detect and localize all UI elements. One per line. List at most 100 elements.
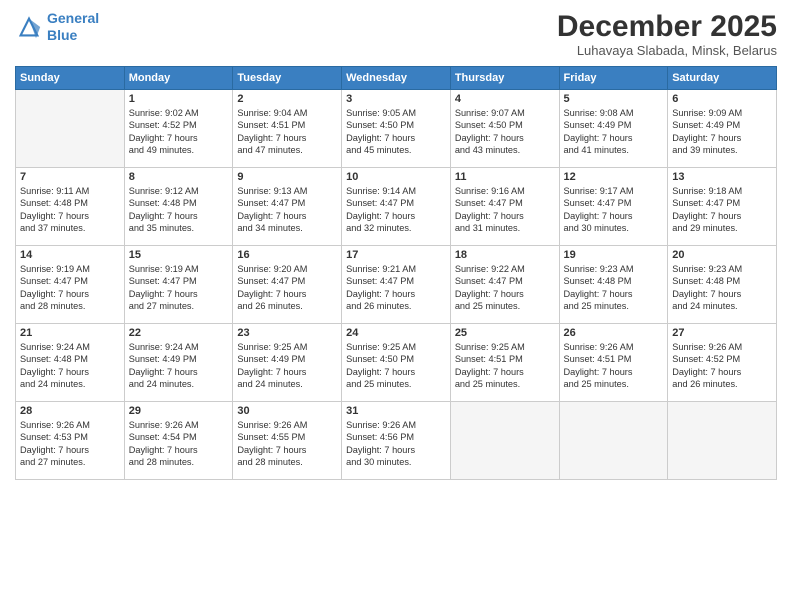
calendar-table: Sunday Monday Tuesday Wednesday Thursday… — [15, 66, 777, 480]
cell-line: and 25 minutes. — [455, 378, 555, 390]
cell-line: Sunrise: 9:18 AM — [672, 185, 772, 197]
cell-line: and 26 minutes. — [346, 300, 446, 312]
cell-line: Sunrise: 9:26 AM — [129, 419, 229, 431]
cell-line: Daylight: 7 hours — [564, 132, 664, 144]
col-saturday: Saturday — [668, 67, 777, 90]
day-number: 20 — [672, 249, 772, 261]
cell-line: Sunset: 4:55 PM — [237, 431, 337, 443]
cell-line: and 26 minutes. — [237, 300, 337, 312]
cell-0-6: 6Sunrise: 9:09 AMSunset: 4:49 PMDaylight… — [668, 90, 777, 168]
cell-line: Daylight: 7 hours — [564, 288, 664, 300]
cell-1-1: 8Sunrise: 9:12 AMSunset: 4:48 PMDaylight… — [124, 168, 233, 246]
cell-line: Sunrise: 9:19 AM — [20, 263, 120, 275]
cell-line: Sunrise: 9:04 AM — [237, 107, 337, 119]
day-number: 16 — [237, 249, 337, 261]
day-number: 26 — [564, 327, 664, 339]
cell-line: Daylight: 7 hours — [672, 210, 772, 222]
cell-line: Daylight: 7 hours — [129, 366, 229, 378]
cell-line: Daylight: 7 hours — [237, 366, 337, 378]
day-number: 10 — [346, 171, 446, 183]
cell-line: and 27 minutes. — [20, 456, 120, 468]
day-number: 2 — [237, 93, 337, 105]
cell-line: and 25 minutes. — [455, 300, 555, 312]
cell-line: and 47 minutes. — [237, 144, 337, 156]
cell-line: Sunset: 4:47 PM — [237, 275, 337, 287]
cell-line: Sunrise: 9:26 AM — [20, 419, 120, 431]
col-sunday: Sunday — [16, 67, 125, 90]
cell-line: Daylight: 7 hours — [237, 444, 337, 456]
cell-0-2: 2Sunrise: 9:04 AMSunset: 4:51 PMDaylight… — [233, 90, 342, 168]
cell-line: Sunrise: 9:21 AM — [346, 263, 446, 275]
cell-line: Daylight: 7 hours — [20, 288, 120, 300]
day-number: 27 — [672, 327, 772, 339]
cell-line: Sunrise: 9:24 AM — [20, 341, 120, 353]
cell-line: Sunset: 4:47 PM — [564, 197, 664, 209]
cell-4-1: 29Sunrise: 9:26 AMSunset: 4:54 PMDayligh… — [124, 402, 233, 480]
cell-line: and 28 minutes. — [20, 300, 120, 312]
cell-line: Sunset: 4:52 PM — [129, 119, 229, 131]
cell-line: Sunset: 4:47 PM — [346, 197, 446, 209]
cell-line: Sunset: 4:47 PM — [455, 275, 555, 287]
cell-line: Sunrise: 9:25 AM — [455, 341, 555, 353]
cell-line: Daylight: 7 hours — [129, 132, 229, 144]
cell-0-1: 1Sunrise: 9:02 AMSunset: 4:52 PMDaylight… — [124, 90, 233, 168]
cell-line: and 37 minutes. — [20, 222, 120, 234]
day-number: 11 — [455, 171, 555, 183]
cell-1-3: 10Sunrise: 9:14 AMSunset: 4:47 PMDayligh… — [342, 168, 451, 246]
cell-line: Sunset: 4:54 PM — [129, 431, 229, 443]
cell-line: Sunset: 4:48 PM — [672, 275, 772, 287]
title-block: December 2025 Luhavaya Slabada, Minsk, B… — [557, 10, 777, 58]
cell-line: Sunset: 4:49 PM — [672, 119, 772, 131]
cell-line: Sunrise: 9:25 AM — [237, 341, 337, 353]
cell-2-1: 15Sunrise: 9:19 AMSunset: 4:47 PMDayligh… — [124, 246, 233, 324]
day-number: 22 — [129, 327, 229, 339]
cell-0-3: 3Sunrise: 9:05 AMSunset: 4:50 PMDaylight… — [342, 90, 451, 168]
week-row-2: 14Sunrise: 9:19 AMSunset: 4:47 PMDayligh… — [16, 246, 777, 324]
col-friday: Friday — [559, 67, 668, 90]
cell-1-5: 12Sunrise: 9:17 AMSunset: 4:47 PMDayligh… — [559, 168, 668, 246]
cell-line: Sunset: 4:49 PM — [129, 353, 229, 365]
cell-line: and 28 minutes. — [237, 456, 337, 468]
cell-3-1: 22Sunrise: 9:24 AMSunset: 4:49 PMDayligh… — [124, 324, 233, 402]
cell-line: and 25 minutes. — [346, 378, 446, 390]
cell-1-0: 7Sunrise: 9:11 AMSunset: 4:48 PMDaylight… — [16, 168, 125, 246]
cell-line: Sunrise: 9:20 AM — [237, 263, 337, 275]
cell-line: Daylight: 7 hours — [346, 444, 446, 456]
cell-4-0: 28Sunrise: 9:26 AMSunset: 4:53 PMDayligh… — [16, 402, 125, 480]
cell-line: Sunrise: 9:16 AM — [455, 185, 555, 197]
cell-line: Daylight: 7 hours — [564, 366, 664, 378]
logo-line2: Blue — [47, 27, 77, 43]
cell-line: Sunset: 4:50 PM — [455, 119, 555, 131]
cell-line: Daylight: 7 hours — [237, 288, 337, 300]
cell-0-5: 5Sunrise: 9:08 AMSunset: 4:49 PMDaylight… — [559, 90, 668, 168]
cell-line: Sunset: 4:48 PM — [20, 197, 120, 209]
cell-line: and 41 minutes. — [564, 144, 664, 156]
day-number: 30 — [237, 405, 337, 417]
cell-line: Sunrise: 9:11 AM — [20, 185, 120, 197]
logo-icon — [15, 13, 43, 41]
cell-line: and 31 minutes. — [455, 222, 555, 234]
cell-line: Sunrise: 9:23 AM — [564, 263, 664, 275]
cell-line: and 34 minutes. — [237, 222, 337, 234]
day-number: 29 — [129, 405, 229, 417]
col-wednesday: Wednesday — [342, 67, 451, 90]
cell-line: Daylight: 7 hours — [564, 210, 664, 222]
cell-line: Sunrise: 9:12 AM — [129, 185, 229, 197]
cell-line: Daylight: 7 hours — [672, 366, 772, 378]
page: General Blue December 2025 Luhavaya Slab… — [0, 0, 792, 612]
month-title: December 2025 — [557, 10, 777, 43]
cell-line: Sunrise: 9:08 AM — [564, 107, 664, 119]
cell-line: Sunrise: 9:17 AM — [564, 185, 664, 197]
cell-line: and 25 minutes. — [564, 378, 664, 390]
cell-line: Sunrise: 9:23 AM — [672, 263, 772, 275]
cell-4-3: 31Sunrise: 9:26 AMSunset: 4:56 PMDayligh… — [342, 402, 451, 480]
day-number: 3 — [346, 93, 446, 105]
logo-text: General Blue — [47, 10, 99, 44]
cell-line: Sunrise: 9:14 AM — [346, 185, 446, 197]
cell-line: Daylight: 7 hours — [20, 366, 120, 378]
cell-line: and 39 minutes. — [672, 144, 772, 156]
cell-line: Sunset: 4:52 PM — [672, 353, 772, 365]
cell-line: Sunset: 4:48 PM — [129, 197, 229, 209]
day-number: 19 — [564, 249, 664, 261]
cell-1-4: 11Sunrise: 9:16 AMSunset: 4:47 PMDayligh… — [450, 168, 559, 246]
